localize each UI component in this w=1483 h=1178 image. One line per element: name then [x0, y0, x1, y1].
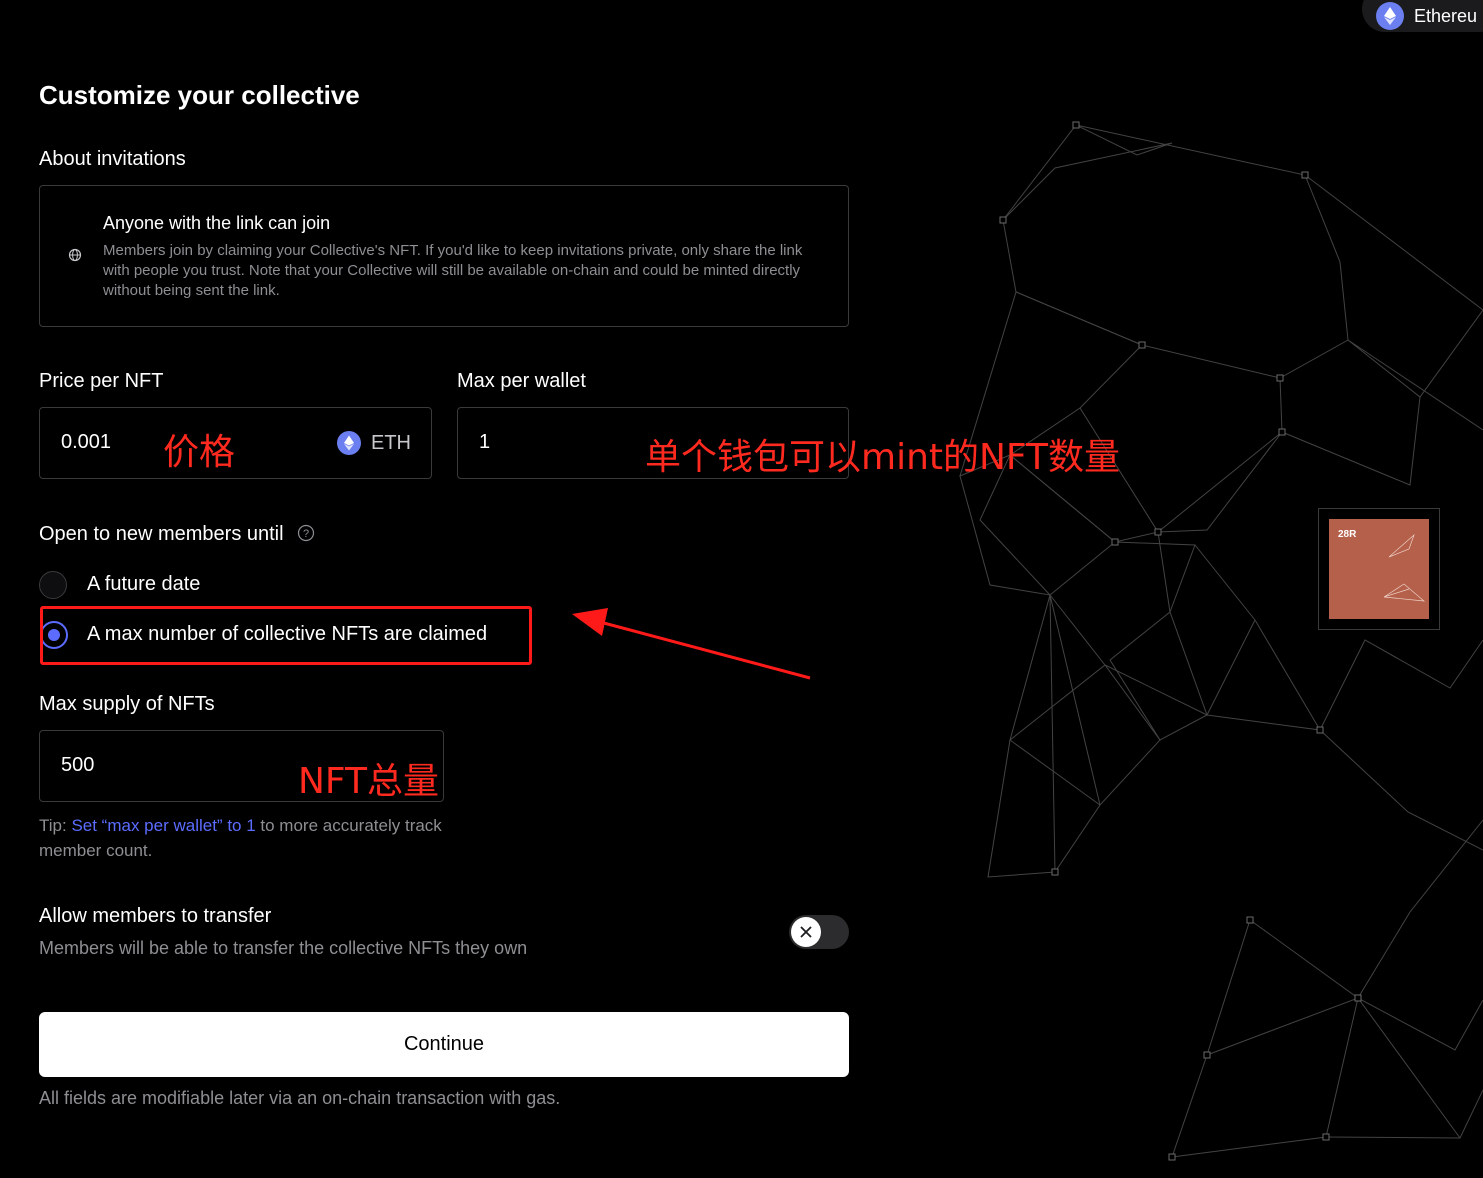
invitations-description: Members join by claiming your Collective…: [103, 242, 803, 299]
svg-text:?: ?: [303, 528, 309, 540]
max-per-wallet-label: Max per wallet: [457, 370, 586, 392]
continue-button[interactable]: Continue: [39, 1012, 849, 1077]
network-label: Ethereu: [1414, 5, 1478, 26]
radio-future-date-label[interactable]: A future date: [87, 573, 200, 596]
max-per-wallet-value: 1: [479, 431, 491, 453]
price-input[interactable]: 0.001 ETH: [39, 407, 432, 479]
invitations-title: Anyone with the link can join: [103, 213, 331, 233]
currency-label: ETH: [371, 431, 411, 454]
ethereum-icon: [1376, 2, 1404, 30]
open-until-label: Open to new members until ?: [39, 523, 315, 546]
ethereum-icon: [337, 431, 361, 455]
price-annotation: 价格: [163, 432, 236, 473]
invitations-section-label: About invitations: [39, 148, 186, 170]
max-supply-value: 500: [61, 754, 95, 776]
question-circle-icon[interactable]: ?: [297, 524, 315, 542]
annotation-arrow: [572, 608, 811, 680]
invitations-card: Anyone with the link can join Members jo…: [39, 185, 849, 327]
max-supply-tip: Tip: Set “max per wallet” to 1 to more a…: [39, 816, 442, 860]
transfer-toggle[interactable]: [789, 915, 849, 949]
footnote: All fields are modifiable later via an o…: [39, 1088, 561, 1108]
annotation-highlight-box: [40, 606, 532, 665]
price-currency: ETH: [337, 431, 411, 455]
transfer-description: Members will be able to transfer the col…: [39, 938, 528, 958]
max-supply-label: Max supply of NFTs: [39, 693, 215, 715]
network-background: [959, 121, 1483, 1161]
nft-preview-image: 28R: [1329, 519, 1429, 619]
tip-link[interactable]: Set “max per wallet” to 1: [71, 816, 255, 835]
radio-future-date[interactable]: [39, 571, 67, 599]
nft-preview-card: 28R: [1318, 508, 1440, 630]
price-label: Price per NFT: [39, 370, 164, 392]
globe-icon: [68, 248, 82, 262]
transfer-label: Allow members to transfer: [39, 905, 272, 927]
page-title: Customize your collective: [39, 80, 360, 110]
network-selector[interactable]: Ethereu: [1362, 0, 1483, 32]
max-supply-annotation: NFT总量: [298, 761, 439, 802]
x-icon: [791, 917, 821, 947]
max-per-wallet-annotation: 单个钱包可以mint的NFT数量: [645, 437, 1120, 478]
price-value: 0.001: [61, 431, 112, 453]
